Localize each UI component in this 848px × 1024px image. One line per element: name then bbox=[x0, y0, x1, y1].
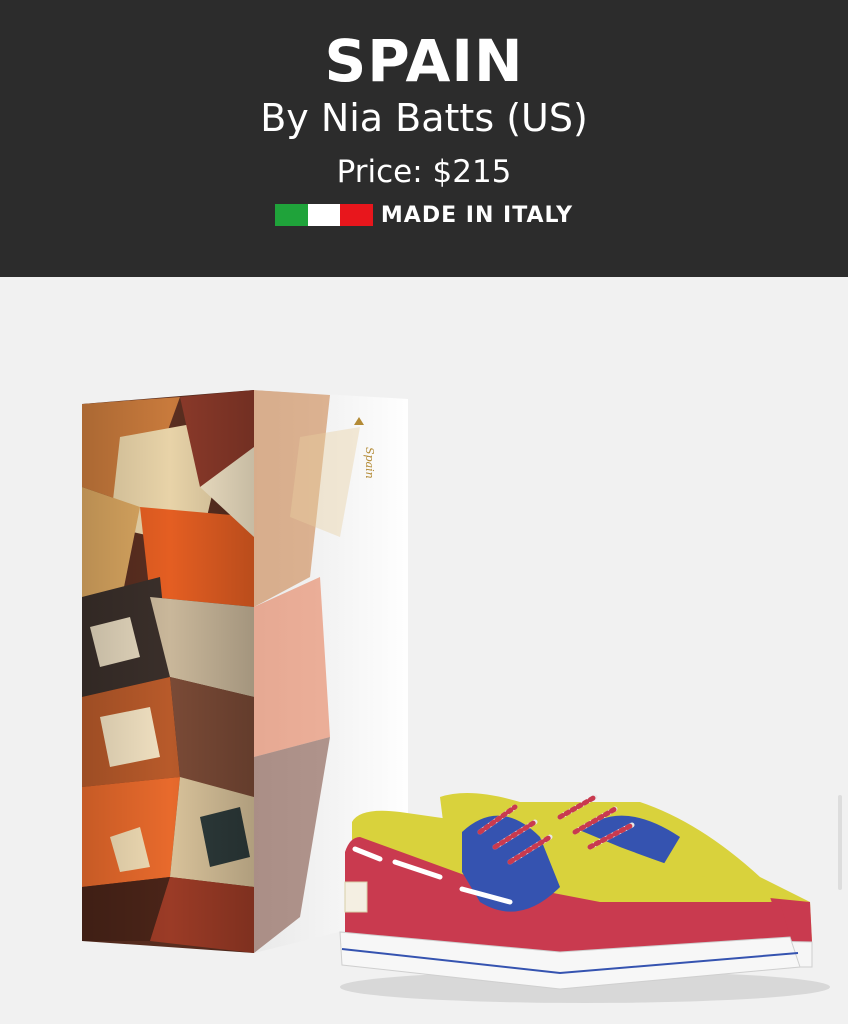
box-brand-text: Spain bbox=[363, 447, 376, 479]
italy-flag-icon bbox=[274, 204, 373, 226]
box-brand-label: Spain bbox=[363, 447, 376, 479]
flag-stripe-white bbox=[307, 204, 341, 226]
product-price: Price: $215 bbox=[336, 154, 512, 190]
made-in-badge: MADE IN ITALY bbox=[0, 198, 848, 232]
product-title: SPAIN bbox=[324, 27, 524, 95]
product-illustration: Spain bbox=[82, 390, 830, 1003]
made-in-label: MADE IN ITALY bbox=[380, 202, 574, 228]
product-image[interactable]: Spain bbox=[0, 277, 848, 1024]
flag-stripe-green bbox=[274, 204, 308, 226]
product-header: SPAIN By Nia Batts (US) Price: $215 MADE… bbox=[0, 0, 848, 277]
flag-stripe-red bbox=[340, 204, 373, 226]
designer-name[interactable]: By Nia Batts (US) bbox=[0, 92, 848, 144]
shoe-box-front bbox=[82, 390, 254, 953]
scroll-indicator[interactable] bbox=[838, 795, 842, 890]
shoe-label-tag bbox=[344, 881, 368, 913]
